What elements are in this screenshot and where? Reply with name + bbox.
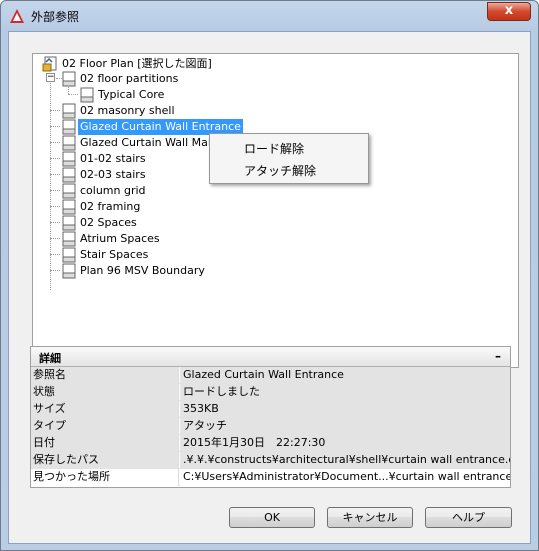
tree-item-label[interactable]: Plan 96 MSV Boundary (78, 263, 207, 279)
tree-item-label[interactable]: 02 masonry shell (78, 103, 177, 119)
tree-item-label[interactable]: Stair Spaces (78, 247, 150, 263)
tree-item-label[interactable]: Glazed Curtain Wall Main (78, 135, 220, 151)
dialog-body: 02 Floor Plan [選択した図面] − 02 floor partit… (8, 31, 531, 544)
tree-root-label[interactable]: 02 Floor Plan [選択した図面] (60, 56, 214, 72)
detail-value: .¥.¥.¥constructs¥architectural¥shell¥cur… (180, 452, 510, 469)
dwg-file-icon (62, 199, 76, 215)
detail-row: サイズ 353KB (31, 401, 510, 418)
tree-item-label[interactable]: 02 Spaces (78, 215, 139, 231)
detail-key: タイプ (31, 418, 179, 435)
tree-connector (50, 74, 51, 290)
cancel-button[interactable]: キャンセル (327, 507, 413, 528)
detail-key: 見つかった場所 (31, 469, 179, 486)
collapse-details-button[interactable]: – (495, 349, 501, 363)
detail-key: 状態 (31, 384, 179, 401)
unload-menu-item[interactable]: ロード解除 (244, 140, 304, 157)
autocad-app-icon (10, 9, 24, 23)
details-panel: 詳細 – 参照名 Glazed Curtain Wall Entrance 状態… (30, 346, 511, 488)
detail-value: アタッチ (180, 418, 510, 435)
tree-connector (50, 126, 60, 127)
tree-connector (50, 254, 60, 255)
dwg-file-icon (62, 135, 76, 151)
close-button[interactable]: x (487, 2, 531, 21)
detail-value: 353KB (180, 401, 510, 418)
dwg-file-icon (62, 71, 76, 87)
detail-value: 2015年1月30日 22:27:30 (180, 435, 510, 452)
tree-connector (50, 142, 60, 143)
window-title: 外部参照 (31, 10, 80, 24)
title-bar: 外部参照 x (1, 1, 538, 31)
detail-row: 見つかった場所 C:¥Users¥Administrator¥Document.… (31, 469, 510, 486)
dwg-file-icon (62, 103, 76, 119)
tree-connector (50, 190, 60, 191)
details-header[interactable]: 詳細 – (31, 347, 510, 367)
tree-connector (50, 270, 60, 271)
dwg-file-icon (62, 247, 76, 263)
tree-connector (50, 110, 60, 111)
dwg-file-icon (62, 183, 76, 199)
detail-row: タイプ アタッチ (31, 418, 510, 435)
details-title: 詳細 (39, 352, 61, 365)
detail-row: 日付 2015年1月30日 22:27:30 (31, 435, 510, 452)
collapse-expander[interactable]: − (46, 73, 55, 82)
tree-connector (50, 174, 60, 175)
drawing-root-icon (42, 56, 57, 72)
dwg-file-icon (62, 215, 76, 231)
tree-connector (50, 206, 60, 207)
tree-item-label[interactable]: Typical Core (96, 87, 166, 103)
tree-item-label[interactable]: 02 floor partitions (78, 71, 180, 87)
detach-menu-item[interactable]: アタッチ解除 (244, 162, 316, 179)
xref-tree[interactable]: 02 Floor Plan [選択した図面] − 02 floor partit… (32, 53, 519, 368)
ok-button[interactable]: OK (229, 507, 315, 528)
context-menu: ロード解除 アタッチ解除 (209, 133, 369, 184)
xref-dialog: 外部参照 x 02 Floor Plan [選択した図面] − 02 floor… (0, 0, 539, 551)
tree-connector (68, 94, 78, 95)
tree-connector (50, 238, 60, 239)
detail-row: 状態 ロードしました (31, 384, 510, 401)
tree-item-label[interactable]: column grid (78, 183, 148, 199)
tree-item-label[interactable]: 02-03 stairs (78, 167, 148, 183)
detail-key: サイズ (31, 401, 179, 418)
found-path-field[interactable]: C:¥Users¥Administrator¥Document...¥curta… (180, 469, 510, 486)
tree-item-label[interactable]: 02 framing (78, 199, 142, 215)
dwg-file-icon (62, 231, 76, 247)
dwg-file-icon (62, 167, 76, 183)
detail-key: 参照名 (31, 367, 179, 384)
dwg-file-icon (62, 119, 76, 135)
tree-connector (50, 222, 60, 223)
dwg-file-icon (62, 263, 76, 279)
dwg-file-icon (80, 87, 94, 103)
help-button[interactable]: ヘルプ (425, 507, 512, 528)
tree-connector (50, 158, 60, 159)
detail-row: 参照名 Glazed Curtain Wall Entrance (31, 367, 510, 384)
detail-value: ロードしました (180, 384, 510, 401)
detail-key: 保存したパス (31, 452, 179, 469)
tree-item-label[interactable]: 01-02 stairs (78, 151, 148, 167)
detail-row: 保存したパス .¥.¥.¥constructs¥architectural¥sh… (31, 452, 510, 469)
dwg-file-icon (62, 151, 76, 167)
detail-value: Glazed Curtain Wall Entrance (180, 367, 510, 384)
tree-item-label[interactable]: Atrium Spaces (78, 231, 162, 247)
detail-key: 日付 (31, 435, 179, 452)
